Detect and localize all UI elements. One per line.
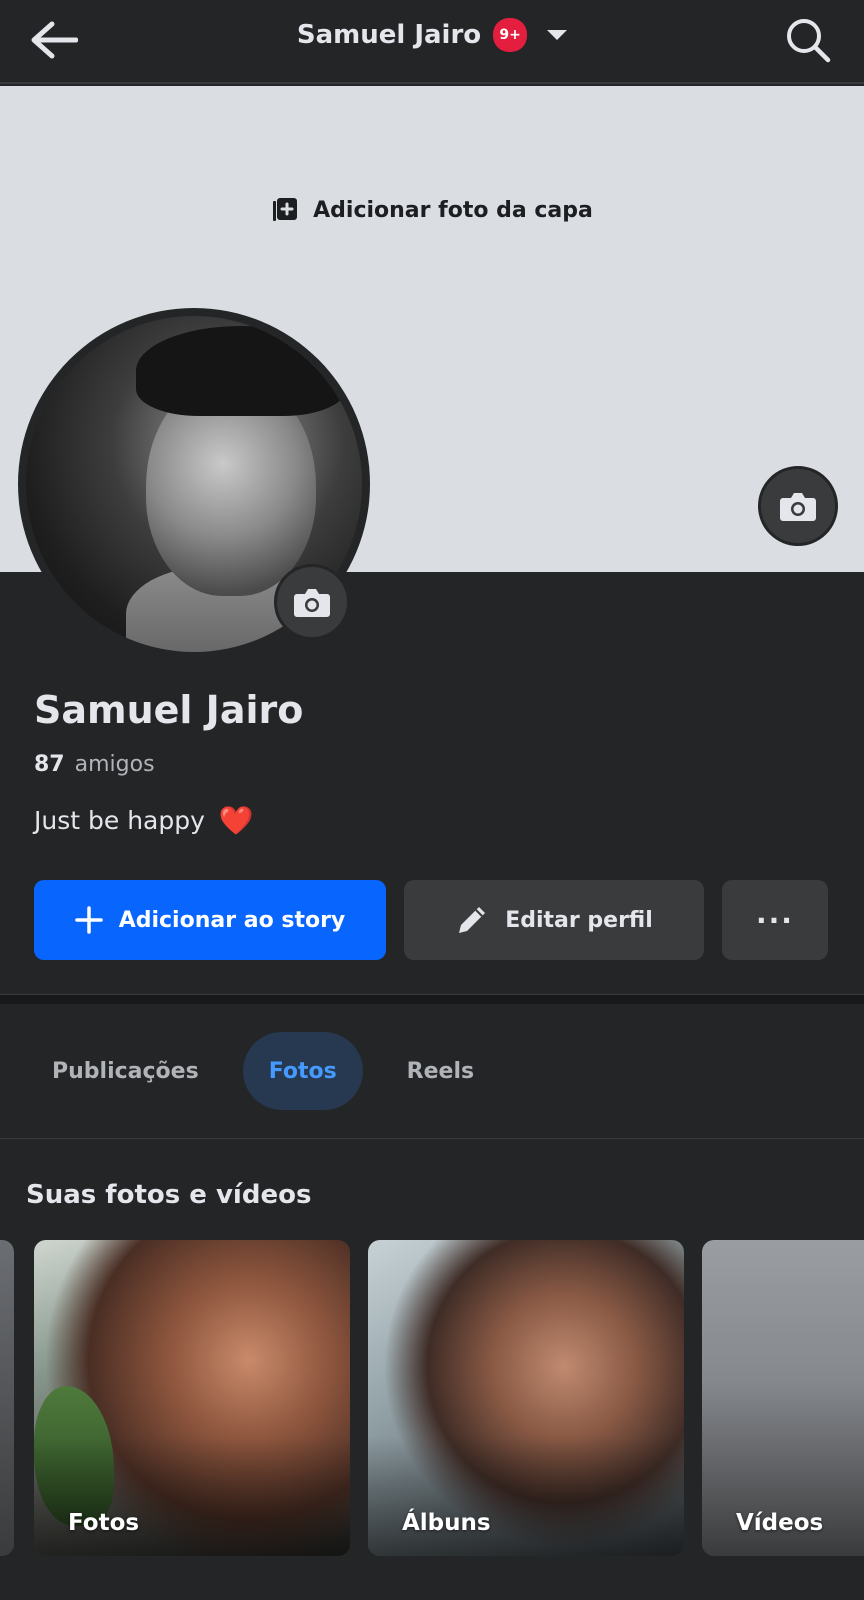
top-bar: Samuel Jairo 9+ xyxy=(0,0,864,84)
plus-icon xyxy=(74,906,103,934)
card-albuns[interactable]: Álbuns xyxy=(368,1240,684,1556)
add-cover-photo-button[interactable]: Adicionar foto da capa xyxy=(0,196,864,224)
add-to-story-button[interactable]: Adicionar ao story xyxy=(34,880,386,960)
profile-name: Samuel Jairo xyxy=(34,688,304,732)
pencil-icon xyxy=(459,907,486,933)
edit-cover-camera-button[interactable] xyxy=(758,466,838,546)
add-photo-icon xyxy=(273,198,298,221)
card-albuns-label: Álbuns xyxy=(402,1510,491,1536)
section-divider xyxy=(0,994,864,1004)
camera-icon xyxy=(294,589,330,617)
camera-icon xyxy=(780,493,816,521)
edit-profile-picture-button[interactable] xyxy=(274,564,350,640)
photos-section-title: Suas fotos e vídeos xyxy=(26,1180,312,1210)
friends-label: amigos xyxy=(74,752,155,777)
more-dots-icon: ··· xyxy=(756,903,794,937)
card-videos[interactable]: Vídeos xyxy=(702,1240,864,1556)
bio-text: Just be happy xyxy=(34,806,205,835)
heart-emoji: ❤️ xyxy=(218,804,254,837)
profile-actions: Adicionar ao story Editar perfil ··· xyxy=(34,880,828,960)
header-title: Samuel Jairo xyxy=(296,20,482,50)
card-fotos[interactable]: Fotos xyxy=(34,1240,350,1556)
profile-switcher[interactable]: Samuel Jairo 9+ xyxy=(0,18,864,52)
card-videos-label: Vídeos xyxy=(736,1510,824,1536)
card-fotos-label: Fotos xyxy=(68,1510,140,1536)
add-to-story-label: Adicionar ao story xyxy=(118,907,346,933)
tab-fotos[interactable]: Fotos xyxy=(242,1032,363,1110)
photos-carousel[interactable]: Fotos Álbuns Vídeos xyxy=(0,1240,864,1560)
chevron-down-icon xyxy=(547,30,568,40)
search-icon[interactable] xyxy=(782,14,834,66)
tab-reels[interactable]: Reels xyxy=(381,1032,500,1110)
more-options-button[interactable]: ··· xyxy=(722,880,828,960)
notification-badge: 9+ xyxy=(493,18,528,52)
friends-number: 87 xyxy=(34,752,65,777)
carousel-card-previous[interactable] xyxy=(0,1240,14,1556)
profile-tabs: Publicações Fotos Reels xyxy=(26,1032,500,1110)
edit-profile-label: Editar perfil xyxy=(505,907,653,933)
edit-profile-button[interactable]: Editar perfil xyxy=(404,880,704,960)
tabs-divider xyxy=(0,1138,864,1139)
friends-count[interactable]: 87 amigos xyxy=(34,752,155,777)
add-cover-label: Adicionar foto da capa xyxy=(313,197,593,223)
profile-bio: Just be happy ❤️ xyxy=(34,804,254,837)
tab-publicacoes[interactable]: Publicações xyxy=(26,1032,225,1110)
